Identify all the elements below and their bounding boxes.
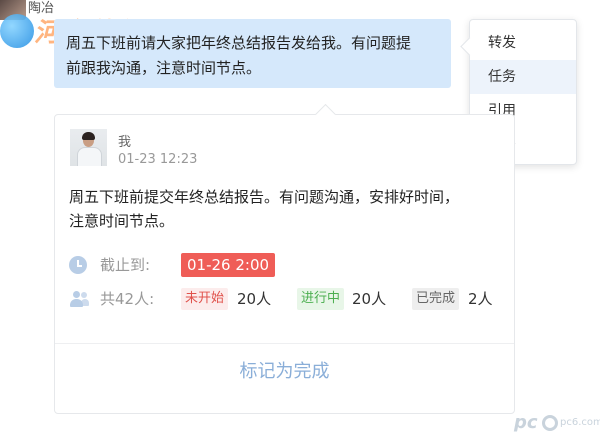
- menu-item-forward[interactable]: 转发: [470, 26, 576, 60]
- pc6-logo-text: pc: [514, 412, 538, 433]
- task-content: 周五下班前提交年终总结报告。有问题沟通，安排好时间， 注意时间节点。: [69, 185, 509, 233]
- status-done-tag[interactable]: 已完成: [412, 288, 460, 310]
- message-bubble[interactable]: 周五下班前请大家把年终总结报告发给我。有问题提 前跟我沟通，注意时间节点。: [54, 19, 451, 88]
- avatar-hair-shape: [82, 132, 95, 140]
- status-not-started-tag[interactable]: 未开始: [181, 288, 229, 310]
- status-not-started-count: 20人: [237, 290, 272, 308]
- task-card: 我 01-23 12:23 周五下班前提交年终总结报告。有问题沟通，安排好时间，…: [54, 114, 515, 414]
- task-author-avatar[interactable]: [70, 129, 107, 166]
- sender-name: 陶冶: [28, 1, 55, 16]
- bottom-watermark: pc pc6.com: [514, 412, 600, 434]
- sender-avatar[interactable]: [0, 0, 26, 20]
- message-text-line1: 周五下班前请大家把年终总结报告发给我。有问题提: [66, 34, 412, 52]
- pc6-url: pc6.com: [560, 417, 600, 428]
- mark-complete-button[interactable]: 标记为完成: [55, 344, 514, 400]
- people-icon: [69, 290, 89, 308]
- clock-icon: [69, 256, 87, 274]
- deadline-label: 截止到:: [100, 256, 151, 274]
- status-done-count: 2人: [468, 290, 493, 308]
- task-author: 我: [118, 135, 132, 150]
- avatar-body-shape: [77, 147, 102, 166]
- menu-item-task[interactable]: 任务: [470, 60, 576, 94]
- pc6-logo-icon: [542, 415, 558, 431]
- task-content-line2: 注意时间节点。: [69, 212, 175, 230]
- status-in-progress-count: 20人: [352, 290, 387, 308]
- task-content-line1: 周五下班前提交年终总结报告。有问题沟通，安排好时间，: [69, 188, 460, 206]
- task-time: 01-23 12:23: [118, 152, 198, 167]
- people-label: 共42人:: [100, 290, 155, 308]
- deadline-badge[interactable]: 01-26 2:00: [181, 253, 276, 277]
- message-text-line2: 前跟我沟通，注意时间节点。: [66, 59, 262, 77]
- status-in-progress-tag[interactable]: 进行中: [297, 288, 345, 310]
